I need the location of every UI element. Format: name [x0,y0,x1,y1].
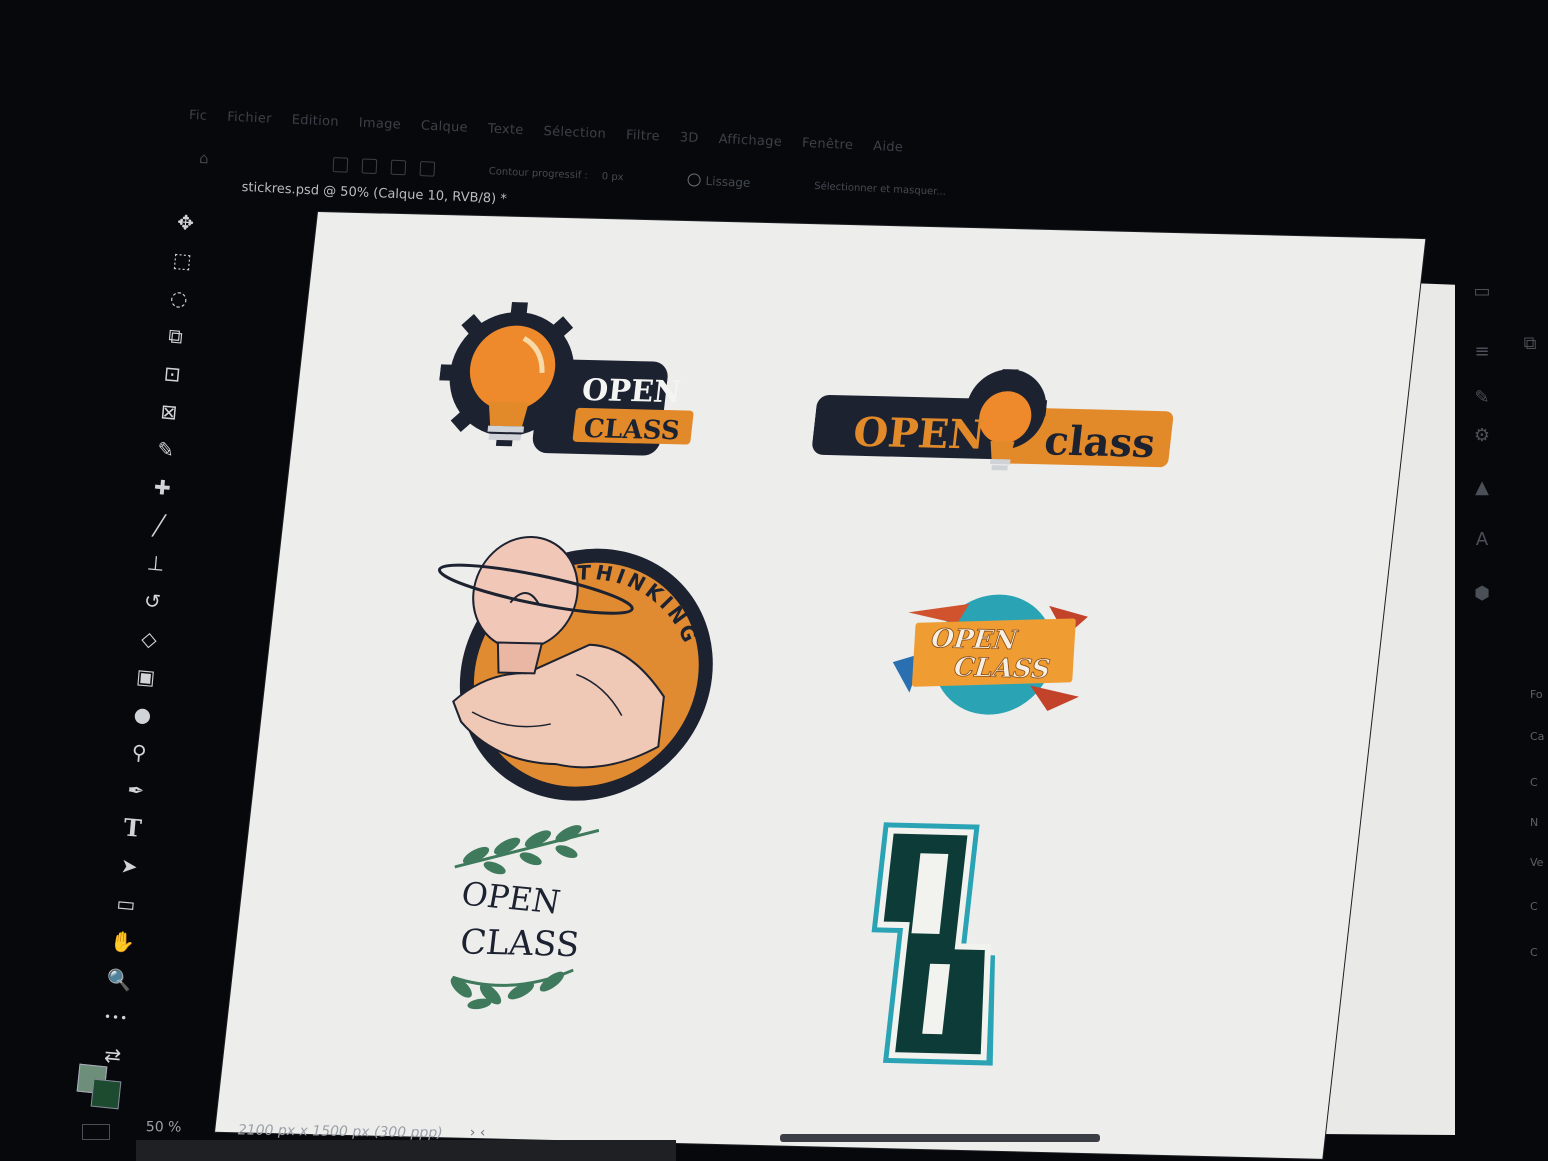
menu-item-selection[interactable]: Sélection [543,124,606,142]
right-label[interactable]: C [1530,900,1538,913]
type-tool-icon[interactable]: T [116,812,149,845]
healing-brush-icon[interactable]: ✚ [146,471,179,504]
gradient-tool-icon[interactable]: ▣ [130,660,163,693]
menu-item-edition[interactable]: Edition [291,112,339,129]
sticker-text-class: class [1042,417,1157,467]
new-selection-icon[interactable] [332,156,349,173]
zoom-level[interactable]: 50 % [146,1119,182,1135]
sticker-text-class: CLASS [582,414,681,446]
sticker-oc-monogram[interactable]: OC [842,812,1031,1076]
crop-tool-icon[interactable]: ⊡ [156,358,189,391]
bottom-strip [136,1140,676,1161]
document-dimensions: 2100 px x 1500 px (300 ppp) [237,1122,443,1142]
menu-item-3d[interactable]: 3D [679,130,699,146]
menu-item-image[interactable]: Image [358,115,401,132]
home-icon[interactable]: ⌂ [199,149,216,167]
laurel-bottom-icon [450,968,574,1010]
background-color-swatch[interactable] [90,1078,122,1110]
sticker-banner-open-class[interactable]: OPEN class [809,365,1180,484]
lasso-tool-icon[interactable]: ◌ [163,282,196,315]
sticker-laurel-open-class[interactable]: OPEN CLASS [418,816,640,1021]
paths-icon[interactable]: ▲ [1468,476,1496,500]
type-panel-icon[interactable]: A [1468,528,1496,552]
sticker-confetti-open-class[interactable]: OPEN CLASS [886,582,1101,727]
history-icon[interactable]: ≡ [1468,340,1496,364]
menu-item-affichage[interactable]: Affichage [718,132,782,150]
more-tools-icon[interactable]: ••• [100,1001,133,1034]
sticker-text-class: CLASS [458,922,581,965]
path-select-tool-icon[interactable]: ➤ [113,850,146,883]
document-canvas[interactable]: OPEN CLASS OPEN class THINKING OPEN CLAS… [215,212,1426,1159]
marquee-tool-icon[interactable]: ⬚ [166,244,199,277]
menu-item-aide[interactable]: Aide [873,139,904,155]
sticker-text-open: OPEN [458,874,563,921]
feather-input[interactable]: 0 px [602,171,624,183]
right-edge-labels: Fo Ca C N Ve C C [1528,680,1548,980]
right-label[interactable]: Fo [1530,688,1543,701]
panel-tab-icon[interactable]: ▭ [1468,280,1496,304]
sticker-thinking-hand[interactable]: THINKING [402,521,743,808]
right-panel-icons: ▭ ⧉ ≡ ✎ ⚙ ▲ A ⬢ [1460,280,1536,640]
zoom-tool-icon[interactable]: 🔍 [103,963,136,996]
sticker-text-open: OPEN [930,624,1020,656]
sticker-text-open: OPEN [851,409,988,459]
object-select-tool-icon[interactable]: ⧉ [159,320,192,353]
eyedropper-tool-icon[interactable]: ✎ [149,433,182,466]
sticker-gear-bulb-open-class[interactable]: OPEN CLASS [430,300,707,466]
history-brush-icon[interactable]: ↺ [136,585,169,618]
laurel-top-icon [454,825,600,875]
3d-panel-icon[interactable]: ⬢ [1468,582,1496,606]
layers-panel-icon[interactable]: ⧉ [1516,332,1544,356]
eraser-tool-icon[interactable]: ◇ [133,623,166,656]
menu-item-fichier[interactable]: Fichier [227,109,272,126]
right-label[interactable]: N [1530,816,1538,829]
add-selection-icon[interactable] [361,157,378,174]
menu-item[interactable]: Fic [189,107,208,123]
right-label[interactable]: Ve [1530,856,1543,869]
brush-tool-icon[interactable]: ╱ [143,509,176,542]
right-label[interactable]: C [1530,776,1538,789]
menu-item-filtre[interactable]: Filtre [626,127,660,144]
status-nav-arrows[interactable]: › ‹ [470,1125,486,1141]
quick-mask-icon[interactable] [82,1124,110,1140]
hand-tool-icon[interactable]: ✋ [106,925,139,958]
antialias-toggle[interactable]: Lissage [687,173,751,191]
pen-tool-icon[interactable]: ✒ [120,774,153,807]
antialias-label: Lissage [705,173,751,191]
adjustments-icon[interactable]: ⚙ [1468,424,1496,448]
blur-tool-icon[interactable]: ● [126,698,159,731]
menu-item-fenetre[interactable]: Fenêtre [802,135,854,152]
menu-item-texte[interactable]: Texte [488,121,524,138]
feather-label: Contour progressif : [488,165,589,182]
intersect-selection-icon[interactable] [419,160,436,177]
frame-tool-icon[interactable]: ⊠ [153,395,186,428]
sticker-text-open: OPEN [580,373,683,410]
right-label[interactable]: Ca [1530,730,1544,743]
select-and-mask-button[interactable]: Sélectionner et masquer... [814,180,946,197]
dodge-tool-icon[interactable]: ⚲ [123,736,156,769]
monogram-icon [871,822,996,1066]
subtract-selection-icon[interactable] [390,159,407,175]
rectangle-tool-icon[interactable]: ▭ [110,888,143,921]
checkbox-icon [687,173,701,187]
horizontal-scrollbar[interactable] [780,1134,1100,1142]
menu-item-calque[interactable]: Calque [421,118,469,135]
right-label[interactable]: C [1530,946,1538,959]
sticker-text-class: CLASS [953,653,1052,685]
stamp-tool-icon[interactable]: ⊥ [140,547,173,580]
move-tool-icon[interactable]: ✥ [169,206,202,239]
brush-settings-icon[interactable]: ✎ [1468,386,1496,410]
tools-panel: ✥ ⬚ ◌ ⧉ ⊡ ⊠ ✎ ✚ ╱ ⊥ ↺ ◇ ▣ ● ⚲ ✒ T ➤ ▭ ✋ 🔍 ••• ⇄ [80,205,228,1108]
